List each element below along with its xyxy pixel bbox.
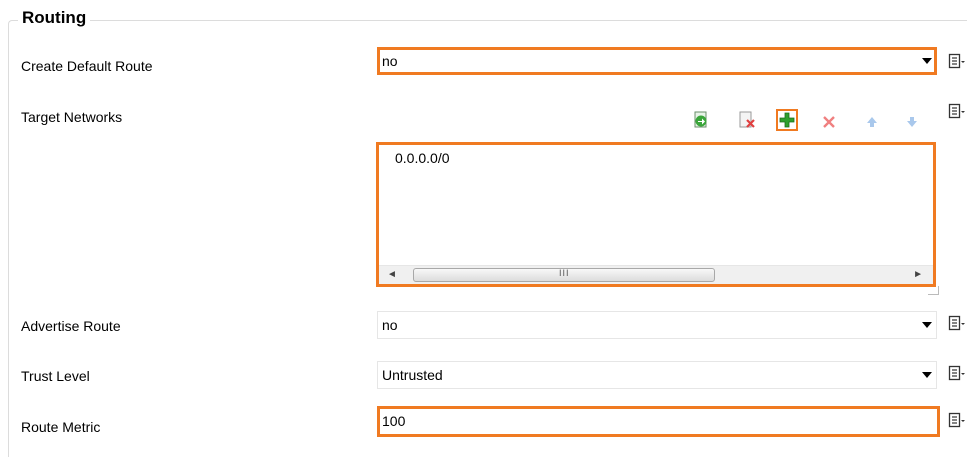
document-menu-icon[interactable] <box>948 53 966 71</box>
document-menu-icon[interactable] <box>948 365 966 383</box>
advertise-route-select[interactable]: no <box>377 311 937 339</box>
target-networks-list[interactable]: 0.0.0.0/0 ◄ III ► <box>376 142 936 287</box>
add-button[interactable] <box>776 109 798 131</box>
move-up-icon[interactable] <box>863 113 881 131</box>
scrollbar-grip: III <box>559 268 570 278</box>
trust-level-value: Untrusted <box>382 367 443 383</box>
document-menu-icon[interactable] <box>948 315 966 333</box>
create-default-route-value: no <box>382 53 398 69</box>
trust-level-label: Trust Level <box>21 368 90 384</box>
import-icon[interactable] <box>692 111 710 129</box>
scroll-left-icon[interactable]: ◄ <box>387 269 397 280</box>
chevron-down-icon[interactable] <box>922 372 932 378</box>
document-menu-icon[interactable] <box>948 103 966 121</box>
create-default-route-label: Create Default Route <box>21 58 153 74</box>
delete-icon[interactable] <box>820 113 838 131</box>
advertise-route-label: Advertise Route <box>21 318 121 334</box>
route-metric-value: 100 <box>382 413 406 429</box>
list-item[interactable]: 0.0.0.0/0 <box>395 150 450 166</box>
clear-list-icon[interactable] <box>738 111 756 129</box>
scroll-right-icon[interactable]: ► <box>913 269 923 280</box>
chevron-down-icon[interactable] <box>922 58 932 64</box>
trust-level-select[interactable]: Untrusted <box>377 361 937 389</box>
horizontal-scrollbar[interactable]: ◄ III ► <box>379 265 933 284</box>
target-networks-label: Target Networks <box>21 109 123 125</box>
chevron-down-icon[interactable] <box>922 322 932 328</box>
document-menu-icon[interactable] <box>948 412 966 430</box>
create-default-route-select[interactable]: no <box>377 47 937 75</box>
section-title: Routing <box>18 8 91 28</box>
move-down-icon[interactable] <box>903 113 921 131</box>
resize-handle[interactable] <box>928 286 939 295</box>
advertise-route-value: no <box>382 317 398 333</box>
route-metric-input[interactable]: 100 <box>377 406 940 437</box>
route-metric-label: Route Metric <box>21 419 101 435</box>
add-icon <box>779 112 795 128</box>
